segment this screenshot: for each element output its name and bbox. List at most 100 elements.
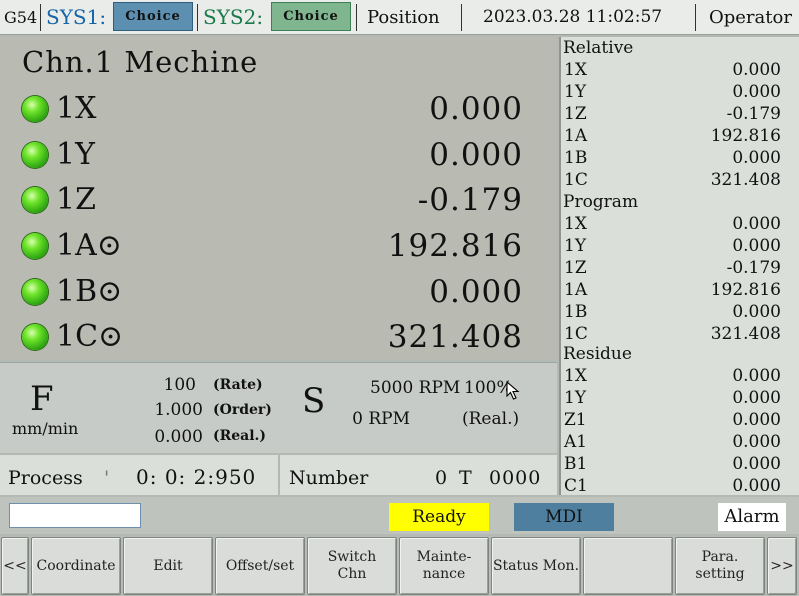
softkey-switch-chn[interactable]: Switch Chn [307,537,397,595]
residue-row: Z1 0.000 [561,409,799,431]
command-input[interactable] [9,503,141,528]
axis-label: 1Y [564,82,587,102]
program-row: 1Z -0.179 [561,257,799,279]
spindle-letter: S [302,381,326,421]
feed-letter: F [30,379,54,419]
softkey-maintenance[interactable]: Mainte- nance [399,537,489,595]
axis-value: 192.816 [387,228,523,264]
relative-row: 1Z -0.179 [561,103,799,125]
axis-value: -0.179 [417,182,523,218]
axis-row: 1X 0.000 [0,89,557,129]
axis-label: 1X [564,366,587,386]
axis-row: 1A⊙ 192.816 [0,226,557,266]
divider [278,455,280,495]
axis-name: 1X [56,91,97,126]
process-label: Process [8,467,83,489]
axis-label: 1Y [564,388,587,408]
axis-value: 0.000 [732,388,781,408]
axis-label: 1C [564,324,588,344]
tool-label: T [459,467,472,489]
axis-row: 1Y 0.000 [0,135,557,175]
alarm-indicator[interactable]: Alarm [718,503,786,531]
divider [197,4,198,31]
feed-rate-tag: (Rate) [213,377,263,393]
axis-label: 1A [564,280,588,300]
axis-value: 192.816 [710,126,781,146]
axis-label: 1C [564,170,588,190]
spindle-real-tag: (Real.) [462,409,520,429]
axis-value: 0.000 [732,236,781,256]
sys1-label: SYS1: [46,5,107,29]
status-led-icon [22,279,48,305]
ready-status-badge: Ready [389,503,489,531]
axis-label: 1Z [564,104,587,124]
spindle-set-rpm: 5000 RPM [370,378,461,398]
axis-label: Z1 [564,410,587,430]
top-status-bar: G54 SYS1: Choice SYS2: Choice Position 2… [0,0,799,35]
program-row: 1X 0.000 [561,213,799,235]
axis-name: 1A⊙ [56,228,122,263]
softkey-coordinate[interactable]: Coordinate [31,537,121,595]
residue-row: 1Y 0.000 [561,387,799,409]
status-led-icon [22,96,48,122]
axis-label: 1X [564,60,587,80]
softkey-para-setting[interactable]: Para. setting [675,537,765,595]
process-number-bar: Process ' 0: 0: 2:950 Number 0 T 0000 [0,455,557,495]
axis-value: 192.816 [710,280,781,300]
softkey-status-mon[interactable]: Status Mon. [491,537,581,595]
residue-row: C1 0.000 [561,475,799,497]
residue-heading: Residue [563,344,632,364]
program-row: 1B 0.000 [561,301,799,323]
program-heading: Program [563,192,639,212]
status-led-icon [22,142,48,168]
axis-label: A1 [564,432,588,452]
axis-value: 0.000 [732,432,781,452]
program-row: 1C 321.408 [561,323,799,345]
spindle-real-rpm: 0 RPM [352,409,410,429]
process-separator-icon: ' [104,467,110,489]
axis-label: 1B [564,148,588,168]
divider [461,4,462,31]
feed-order-value: 1.000 [154,400,203,420]
axis-value: 0.000 [429,91,523,127]
coordinate-summary-panel: Relative 1X 0.000 1Y 0.000 1Z -0.179 1A 192.… [559,37,799,497]
axis-name: 1C⊙ [56,319,124,354]
divider [695,4,696,31]
axis-label: 1Y [564,236,587,256]
user-role: Operator [709,7,792,28]
machine-position-panel: Chn.1 Mechine 1X 0.000 1Y 0.000 1Z -0.17… [0,37,557,360]
prev-page-button[interactable]: << [1,537,29,595]
axis-value: 0.000 [732,454,781,474]
feed-order-tag: (Order) [213,402,272,418]
softkey-edit[interactable]: Edit [123,537,213,595]
axis-value: 321.408 [710,324,781,344]
softkey-offset-set[interactable]: Offset/set [215,537,305,595]
next-page-button[interactable]: >> [767,537,797,595]
command-status-bar: Ready MDI Alarm [0,497,799,534]
status-led-icon [22,324,48,350]
coordinate-system: G54 [4,8,38,27]
axis-label: 1A [564,126,588,146]
residue-row: 1X 0.000 [561,365,799,387]
axis-row: 1Z -0.179 [0,180,557,220]
axis-value: -0.179 [726,104,781,124]
feed-real-value: 0.000 [154,427,203,447]
status-led-icon [22,233,48,259]
axis-value: 321.408 [710,170,781,190]
axis-value: 0.000 [429,274,523,310]
axis-value: 0.000 [732,214,781,234]
relative-row: 1X 0.000 [561,59,799,81]
sys2-choice-button[interactable]: Choice [271,2,351,31]
axis-name: 1Z [56,182,96,217]
relative-row: 1A 192.816 [561,125,799,147]
softkey-bar: << Coordinate Edit Offset/set Switch Chn… [0,536,799,596]
axis-label: B1 [564,454,588,474]
softkey-empty[interactable] [583,537,673,595]
axis-name: 1Y [56,137,95,172]
sys1-choice-button[interactable]: Choice [113,2,193,31]
axis-name: 1B⊙ [56,274,123,309]
residue-row: B1 0.000 [561,453,799,475]
axis-value: -0.179 [726,258,781,278]
relative-heading: Relative [563,38,634,58]
sys2-label: SYS2: [203,5,264,29]
